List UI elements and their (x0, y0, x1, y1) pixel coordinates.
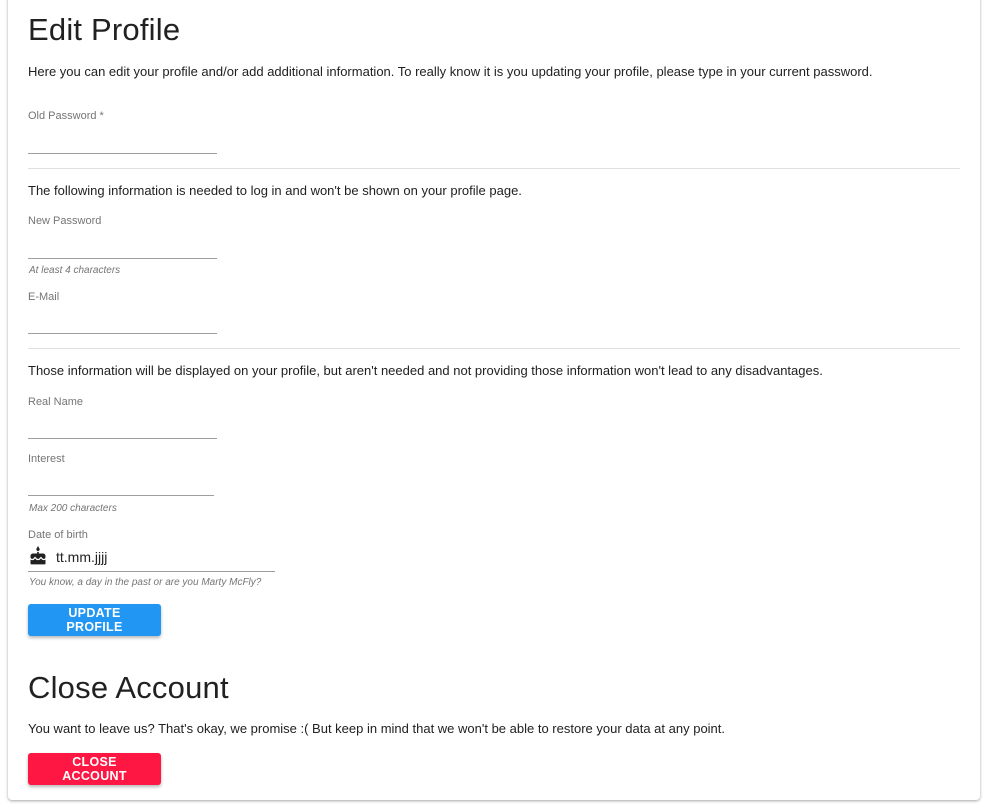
page-title: Edit Profile (28, 12, 181, 47)
login-info-text: The following information is needed to l… (28, 183, 522, 198)
cake-icon (30, 546, 46, 565)
interest-hint: Max 200 characters (29, 503, 117, 514)
new-password-input[interactable] (28, 234, 217, 258)
date-of-birth-hint: You know, a day in the past or are you M… (29, 577, 262, 588)
date-of-birth-label: Date of birth (28, 529, 88, 541)
real-name-input[interactable] (28, 414, 217, 438)
interest-input[interactable] (28, 471, 217, 495)
interest-field (28, 466, 217, 496)
new-password-field (28, 229, 217, 259)
email-field (28, 304, 217, 334)
interest-label: Interest (28, 453, 65, 465)
close-account-button[interactable]: CLOSE ACCOUNT (28, 753, 161, 785)
old-password-input[interactable] (28, 129, 217, 153)
close-account-title: Close Account (28, 670, 229, 705)
new-password-label: New Password (28, 215, 102, 227)
profile-card: Edit Profile Here you can edit your prof… (8, 0, 980, 800)
intro-text: Here you can edit your profile and/or ad… (28, 64, 873, 79)
email-input[interactable] (28, 309, 217, 333)
date-of-birth-input[interactable] (48, 547, 275, 571)
date-of-birth-field (28, 542, 275, 572)
new-password-hint: At least 4 characters (29, 265, 121, 276)
section-divider (28, 168, 960, 169)
old-password-label: Old Password * (28, 110, 104, 122)
real-name-label: Real Name (28, 396, 84, 408)
real-name-field (28, 409, 217, 439)
old-password-field (28, 124, 217, 154)
email-label: E-Mail (28, 291, 60, 303)
update-profile-button[interactable]: UPDATE PROFILE (28, 604, 161, 636)
close-account-text: You want to leave us? That's okay, we pr… (28, 721, 726, 736)
section-divider (28, 348, 960, 349)
profile-info-text: Those information will be displayed on y… (28, 363, 823, 378)
